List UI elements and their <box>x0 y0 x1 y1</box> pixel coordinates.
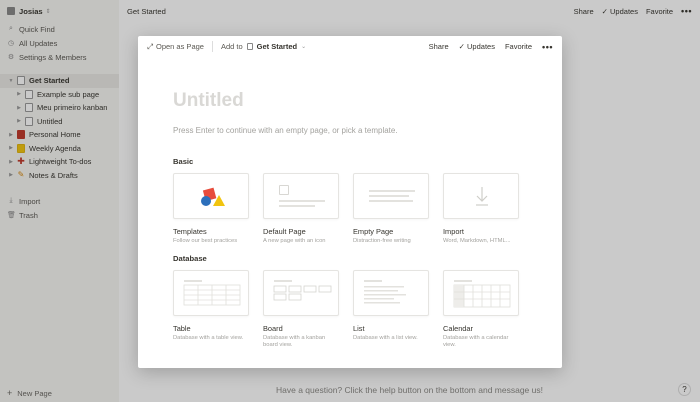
import-thumbnail <box>443 173 519 219</box>
template-card-import[interactable]: Import Word, Markdown, HTML... <box>443 173 519 245</box>
modal-updates-button[interactable]: ✓ Updates <box>459 42 495 51</box>
board-icon <box>273 280 332 301</box>
template-name: Calendar <box>443 324 473 333</box>
template-name: Empty Page <box>353 227 394 236</box>
divider <box>211 41 213 52</box>
list-icon <box>364 280 406 304</box>
calendar-icon <box>453 280 511 308</box>
template-desc: Database with a kanban board view. <box>263 335 326 348</box>
templates-thumbnail <box>173 173 249 219</box>
new-page-modal: ⤢ Open as Page Add to Get Started ⌄ Shar… <box>138 36 562 368</box>
empty-page-thumbnail <box>353 173 429 219</box>
template-desc: Database with a calendar view. <box>443 335 509 348</box>
template-name: List <box>353 324 365 333</box>
add-to-label: Add to <box>220 42 243 51</box>
template-desc: Database with a list view. <box>353 335 418 341</box>
open-as-page-label: Open as Page <box>156 42 204 51</box>
template-name: Default Page <box>263 227 306 236</box>
basic-templates: Templates Follow our best practices Defa… <box>173 173 527 245</box>
line <box>279 205 315 207</box>
modal-body: Untitled Press Enter to continue with an… <box>138 90 562 349</box>
template-name: Table <box>173 324 191 333</box>
template-name: Templates <box>173 227 207 236</box>
download-arrow-icon <box>476 187 488 206</box>
database-templates: Table Database with a table view. Board <box>173 270 527 349</box>
board-thumbnail <box>263 270 339 316</box>
modal-actions: Share ✓ Updates Favorite ••• <box>429 42 553 52</box>
template-card-table[interactable]: Table Database with a table view. <box>173 270 249 349</box>
line <box>369 195 409 197</box>
template-card-default-page[interactable]: Default Page A new page with an icon <box>263 173 339 245</box>
modal-more-icon[interactable]: ••• <box>542 42 553 52</box>
line <box>369 190 415 192</box>
add-to-selector[interactable]: Add to Get Started ⌄ <box>221 42 306 51</box>
template-card-empty-page[interactable]: Empty Page Distraction-free writing <box>353 173 429 245</box>
title-input[interactable]: Untitled <box>173 90 527 112</box>
shapes-illustration-icon <box>201 187 225 206</box>
template-card-board[interactable]: Board Database with a kanban board view. <box>263 270 339 349</box>
page-icon <box>279 185 289 195</box>
expand-icon: ⤢ <box>147 41 153 51</box>
database-section-label: Database <box>173 254 207 263</box>
list-thumbnail <box>353 270 429 316</box>
table-thumbnail <box>173 270 249 316</box>
template-name: Import <box>443 227 464 236</box>
line <box>279 200 325 202</box>
template-desc: A new page with an icon <box>263 238 326 244</box>
template-name: Board <box>263 324 283 333</box>
check-icon: ✓ <box>458 42 465 51</box>
add-to-target: Get Started <box>256 42 298 51</box>
table-icon <box>183 280 241 306</box>
template-desc: Distraction-free writing <box>353 238 411 244</box>
template-card-list[interactable]: List Database with a list view. <box>353 270 429 349</box>
calendar-thumbnail <box>443 270 519 316</box>
template-desc: Follow our best practices <box>173 238 238 244</box>
template-desc: Word, Markdown, HTML... <box>443 238 511 244</box>
chevron-down-icon: ⌄ <box>301 44 307 50</box>
open-as-page-button[interactable]: ⤢ Open as Page <box>147 42 204 52</box>
updates-label: Updates <box>467 42 495 51</box>
template-card-calendar[interactable]: Calendar Database with a calendar view. <box>443 270 519 349</box>
basic-section-label: Basic <box>173 157 194 166</box>
empty-page-hint: Press Enter to continue with an empty pa… <box>173 126 398 135</box>
template-desc: Database with a table view. <box>173 335 244 341</box>
page-icon <box>246 43 253 50</box>
template-card-templates[interactable]: Templates Follow our best practices <box>173 173 249 245</box>
modal-share-button[interactable]: Share <box>429 42 449 51</box>
line <box>369 200 413 202</box>
default-page-thumbnail <box>263 173 339 219</box>
modal-favorite-button[interactable]: Favorite <box>505 42 532 51</box>
modal-header: ⤢ Open as Page Add to Get Started ⌄ Shar… <box>138 36 562 57</box>
